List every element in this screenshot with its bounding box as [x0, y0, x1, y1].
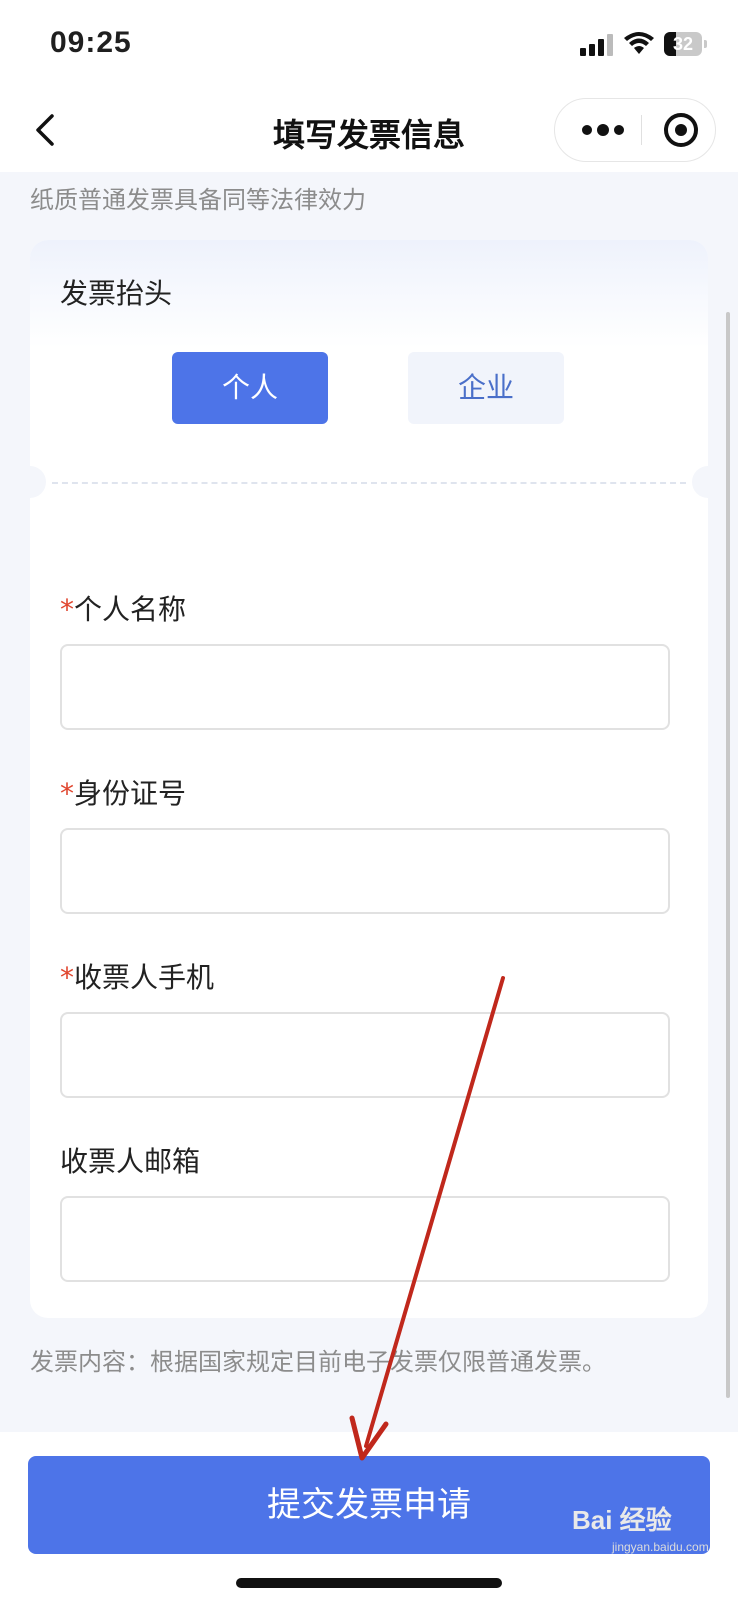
email-input[interactable]: [60, 1196, 670, 1282]
battery-icon: 32: [664, 32, 702, 56]
capsule-divider: [641, 115, 642, 145]
target-icon[interactable]: [651, 99, 711, 161]
notice-text: 纸质普通发票具备同等法律效力: [30, 186, 366, 214]
required-mark: *: [60, 777, 74, 810]
type-company-button[interactable]: 企业: [408, 352, 564, 424]
email-label-text: 收票人邮箱: [60, 1145, 201, 1178]
phone-label: *收票人手机: [60, 956, 214, 996]
home-indicator: [236, 1578, 502, 1588]
cellular-signal-icon: [580, 34, 614, 56]
required-mark: *: [60, 593, 74, 626]
email-label: 收票人邮箱: [60, 1140, 200, 1180]
type-personal-button[interactable]: 个人: [172, 352, 328, 424]
required-mark: *: [60, 961, 74, 994]
name-label: *个人名称: [60, 588, 186, 628]
page-content: 纸质普通发票具备同等法律效力 发票抬头 个人 企业 *个人名称 *身份证号 *收…: [0, 172, 738, 1432]
invoice-content-note: 发票内容：根据国家规定目前电子发票仅限普通发票。: [30, 1348, 606, 1376]
chevron-left-icon[interactable]: [28, 108, 68, 152]
navigation-bar: 填写发票信息: [0, 90, 738, 172]
name-input[interactable]: [60, 644, 670, 730]
status-time: 09:25: [50, 26, 132, 59]
phone-input[interactable]: [60, 1012, 670, 1098]
dashed-divider: [52, 482, 686, 484]
battery-cap: [704, 40, 707, 48]
name-label-text: 个人名称: [74, 593, 187, 626]
phone-label-text: 收票人手机: [74, 961, 215, 994]
id-number-label: *身份证号: [60, 772, 186, 812]
invoice-header-title: 发票抬头: [60, 277, 173, 310]
invoice-form-card: 发票抬头 个人 企业 *个人名称 *身份证号 *收票人手机 收票人邮箱: [30, 240, 708, 1318]
battery-level: 32: [672, 34, 694, 54]
watermark-url: jingyan.baidu.com: [612, 1540, 709, 1554]
wifi-icon: [624, 32, 654, 54]
more-dots-icon[interactable]: [573, 99, 633, 161]
watermark: Bai 经验: [572, 1505, 672, 1535]
scrollbar[interactable]: [726, 312, 730, 1398]
id-number-label-text: 身份证号: [74, 777, 187, 810]
status-bar: 09:25 32: [0, 0, 738, 90]
mini-program-capsule: [554, 98, 716, 162]
id-number-input[interactable]: [60, 828, 670, 914]
